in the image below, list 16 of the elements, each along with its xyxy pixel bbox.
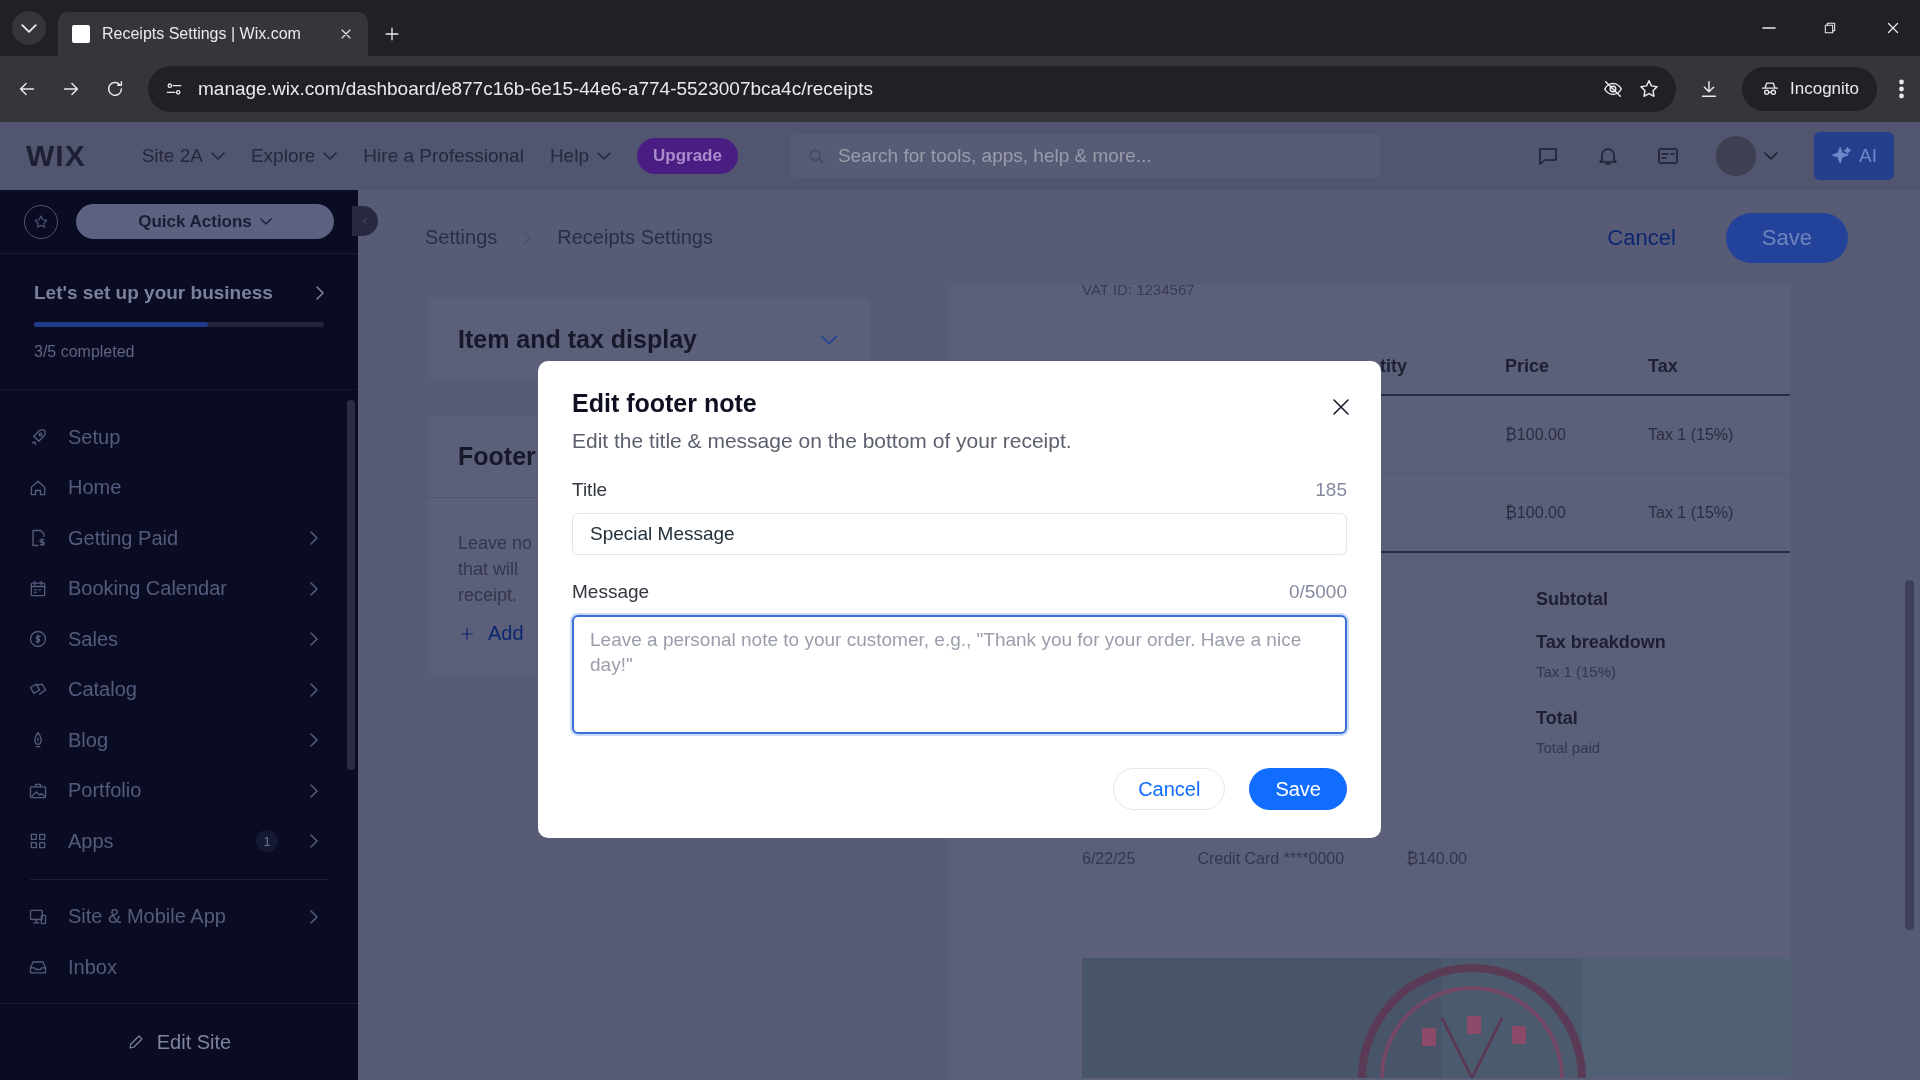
- table-cell-text: ₿100.00: [1505, 503, 1567, 522]
- column-header: Price: [1505, 355, 1551, 377]
- table-cell-text: ₿100.00: [1505, 425, 1567, 444]
- dialog-title: Edit footer note: [572, 389, 757, 418]
- summary-label: Total: [1536, 708, 1579, 729]
- column-header: Tax: [1648, 355, 1679, 377]
- count-badge: 1: [256, 830, 278, 853]
- field-label: Message: [572, 581, 650, 603]
- dialog-subtitle: Edit the title & message on the bottom of your receipt.: [572, 429, 1073, 453]
- summary-label: Tax breakdown: [1536, 632, 1667, 653]
- setup-status: 3/5 completed: [34, 343, 136, 361]
- character-counter: 0/5000: [1288, 581, 1347, 603]
- field-label: Title: [572, 479, 608, 501]
- character-counter: 185: [1315, 479, 1347, 501]
- summary-label: Subtotal: [1536, 589, 1609, 610]
- column-header: tity: [1380, 355, 1408, 377]
